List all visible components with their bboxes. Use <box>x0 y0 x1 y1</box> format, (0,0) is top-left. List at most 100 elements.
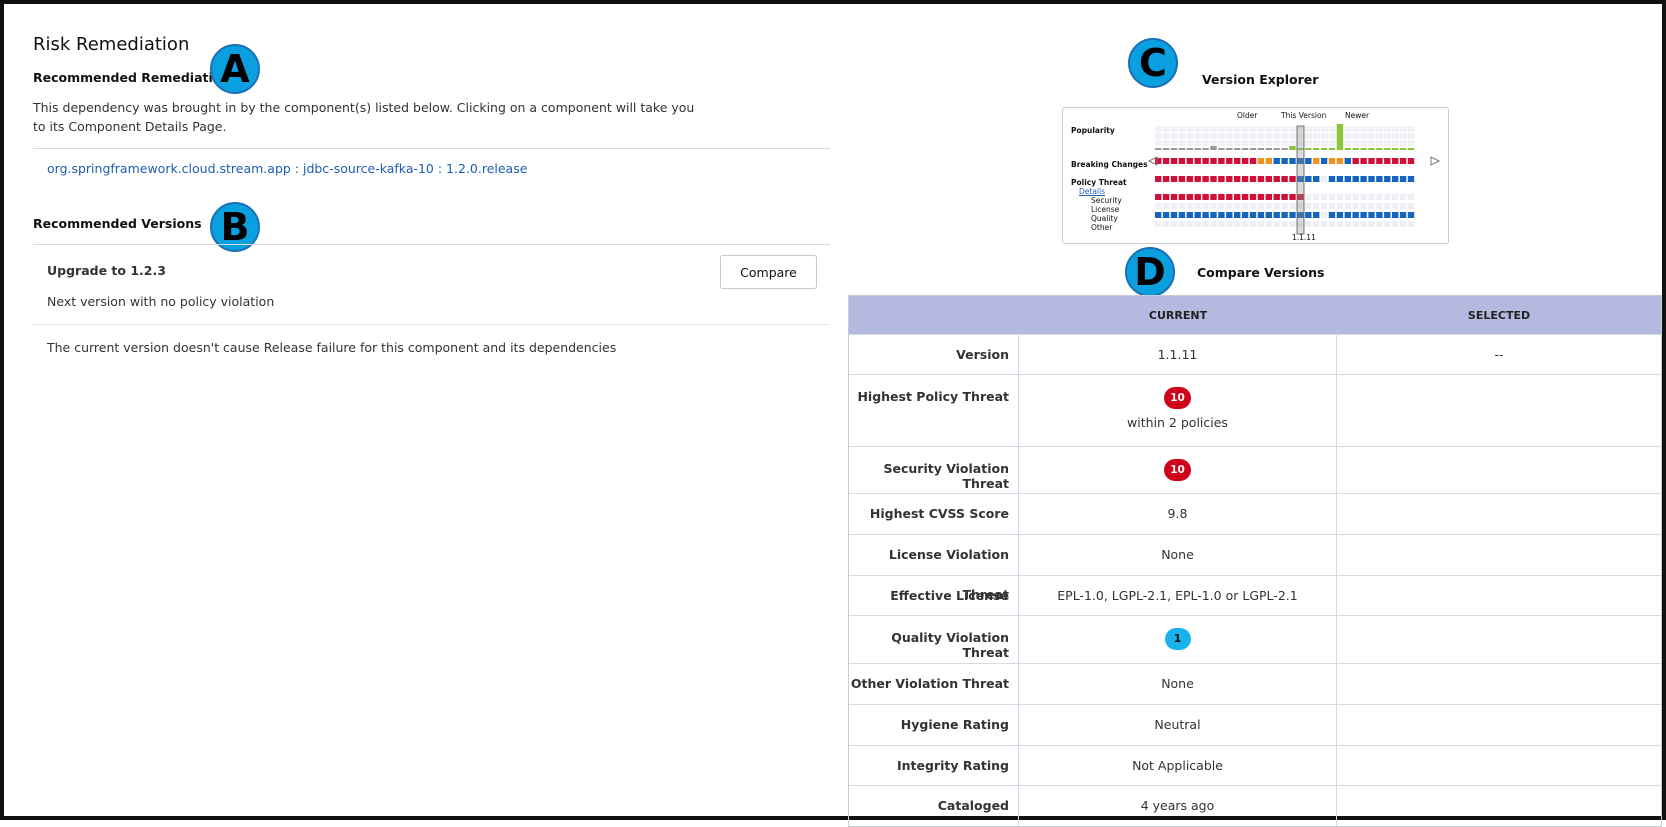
grid-cell <box>1257 126 1265 132</box>
grid-cell <box>1257 133 1265 139</box>
license-cell <box>1218 203 1225 209</box>
breaking-change-cell <box>1186 158 1193 164</box>
selected-cell <box>1337 447 1661 493</box>
column-selected: SELECTED <box>1467 308 1531 322</box>
grid-cell <box>1384 133 1391 139</box>
grid-cell <box>1178 133 1186 139</box>
breaking-change-cell <box>1305 158 1312 164</box>
other-cell <box>1344 221 1351 227</box>
quality-cell <box>1273 212 1280 218</box>
security-cell <box>1202 194 1209 200</box>
other-cell <box>1194 221 1201 227</box>
quality-cell <box>1234 212 1241 218</box>
table-row-license-violation-threat: License Violation Threat None <box>849 535 1661 602</box>
table-row-cataloged: Cataloged 4 years ago <box>849 786 1661 826</box>
breaking-change-cell <box>1407 158 1415 164</box>
license-cell <box>1376 203 1383 209</box>
popularity-bar <box>1241 148 1249 150</box>
security-cell <box>1249 194 1257 200</box>
security-cell <box>1170 194 1178 200</box>
quality-cell <box>1178 212 1186 218</box>
license-cell <box>1313 203 1320 209</box>
policy-threat-cell <box>1289 176 1296 182</box>
grid-cell <box>1384 140 1391 146</box>
policy-threat-cell <box>1305 176 1312 182</box>
policy-threat-cell <box>1210 176 1217 182</box>
other-cell <box>1234 221 1241 227</box>
other-cell <box>1313 221 1320 227</box>
policy-threat-cell <box>1234 176 1241 182</box>
license-cell <box>1234 203 1241 209</box>
current-cell: 10 <box>1019 447 1337 493</box>
popularity-bar <box>1336 124 1344 150</box>
policy-threat-cell <box>1352 176 1359 182</box>
policy-threat-cell <box>1202 176 1209 182</box>
quality-cell <box>1155 212 1162 218</box>
grid-cell <box>1194 133 1202 139</box>
other-cell <box>1186 221 1193 227</box>
current-cell: 9.8 <box>1019 494 1337 534</box>
security-cell <box>1368 194 1375 200</box>
policy-threat-cell <box>1218 176 1225 182</box>
grid-cell <box>1249 133 1257 139</box>
divider <box>33 244 830 245</box>
scroll-right-icon[interactable] <box>1430 156 1441 166</box>
popularity-bar <box>1186 148 1193 150</box>
security-cell <box>1352 194 1359 200</box>
other-cell <box>1407 221 1415 227</box>
popularity-bar <box>1399 148 1407 150</box>
grid-cell <box>1265 133 1273 139</box>
popularity-bar <box>1218 148 1225 150</box>
grid-cell <box>1170 126 1178 132</box>
grid-cell <box>1376 133 1384 139</box>
quality-cell <box>1170 212 1178 218</box>
policy-threat-cell <box>1320 176 1328 182</box>
other-cell <box>1241 221 1249 227</box>
grid-cell <box>1194 140 1202 146</box>
quality-cell <box>1336 212 1344 218</box>
policy-threat-cell <box>1241 176 1249 182</box>
security-cell <box>1234 194 1241 200</box>
table-row-other-violation-threat: Other Violation Threat None <box>849 664 1661 705</box>
component-link[interactable]: org.springframework.cloud.stream.app : j… <box>47 161 527 176</box>
popularity-bar <box>1368 148 1375 150</box>
license-cell <box>1352 203 1359 209</box>
grid-cell <box>1162 126 1170 132</box>
table-row-highest-policy-threat: Highest Policy Threat 10 within 2 policies <box>849 375 1661 447</box>
quality-cell <box>1162 212 1170 218</box>
selected-cell <box>1337 375 1661 446</box>
policy-threat-cell <box>1265 176 1272 182</box>
license-cell <box>1368 203 1375 209</box>
breaking-change-cell <box>1384 158 1391 164</box>
grid-cell <box>1194 126 1202 132</box>
policy-threat-cell <box>1226 176 1233 182</box>
release-note: The current version doesn't cause Releas… <box>47 340 617 355</box>
quality-cell <box>1320 212 1328 218</box>
popularity-bar <box>1305 148 1312 150</box>
grid-cell <box>1352 133 1360 139</box>
grid-cell <box>1313 140 1320 146</box>
license-cell <box>1360 203 1367 209</box>
other-cell <box>1257 221 1265 227</box>
breaking-change-cell <box>1162 158 1170 164</box>
grid-cell <box>1155 133 1162 139</box>
version-explorer-panel[interactable]: Older This Version Newer Popularity Brea… <box>1062 107 1449 244</box>
selected-cell <box>1337 616 1661 663</box>
current-cell: None <box>1019 664 1337 704</box>
grid-cell <box>1399 133 1407 139</box>
grid-cell <box>1328 133 1336 139</box>
license-cell <box>1226 203 1233 209</box>
grid-cell <box>1178 126 1186 132</box>
selected-cell <box>1337 705 1661 745</box>
compare-button[interactable]: Compare <box>720 255 817 289</box>
grid-cell <box>1392 126 1399 132</box>
breaking-change-cell <box>1202 158 1209 164</box>
grid-cell <box>1289 140 1297 146</box>
grid-cell <box>1210 126 1218 132</box>
grid-cell <box>1241 126 1249 132</box>
other-cell <box>1202 221 1209 227</box>
version-grid[interactable] <box>1063 108 1448 243</box>
grid-cell <box>1360 140 1368 146</box>
breaking-change-cell <box>1368 158 1375 164</box>
remediation-description-line1: This dependency was brought in by the co… <box>33 100 695 115</box>
